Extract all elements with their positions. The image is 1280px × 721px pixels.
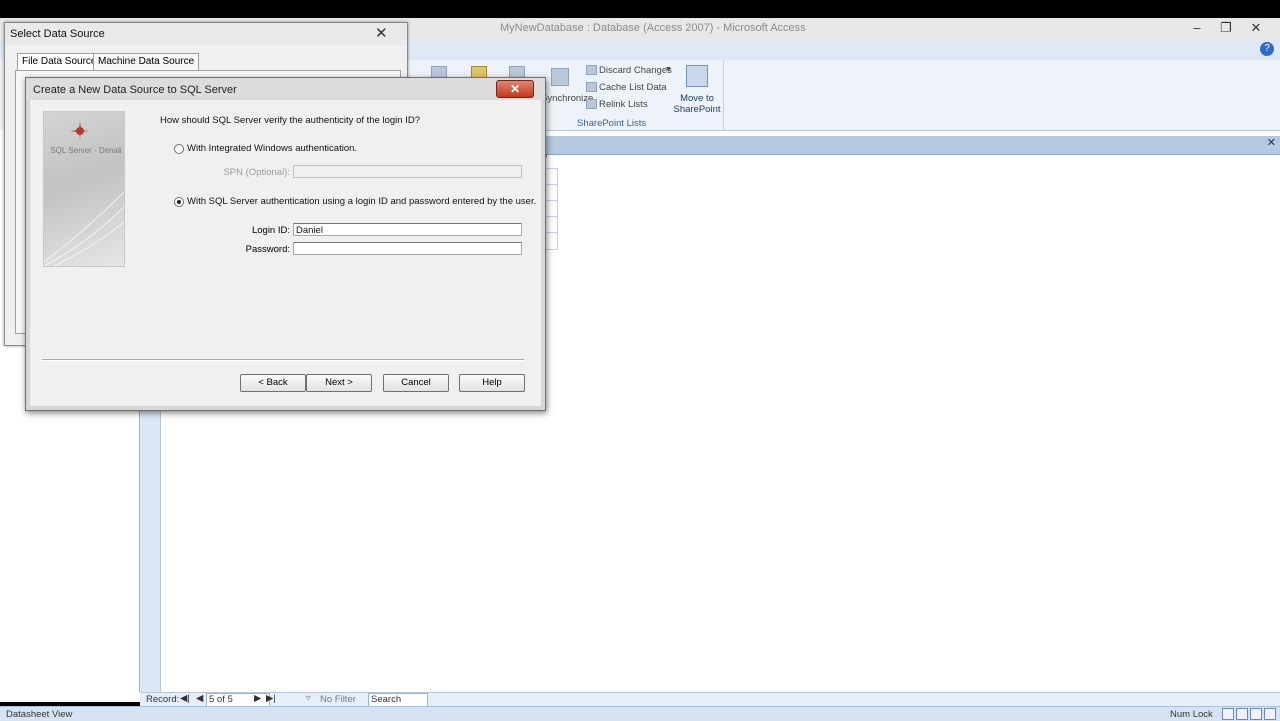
move-to-sharepoint-button[interactable]: Move to SharePoint: [670, 93, 724, 115]
record-label: Record:: [146, 694, 180, 705]
back-button[interactable]: < Back: [240, 374, 306, 392]
view-status: Datasheet View: [6, 709, 73, 720]
design-view-icon[interactable]: [1264, 708, 1276, 720]
filter-status[interactable]: No Filter: [320, 694, 356, 705]
move-to-sharepoint-icon[interactable]: [686, 65, 708, 87]
datasheet-view-icon[interactable]: [1222, 708, 1234, 720]
discard-icon: [586, 65, 597, 75]
group-label: SharePoint Lists: [577, 118, 647, 129]
pivotchart-view-icon[interactable]: [1250, 708, 1262, 720]
minimize-icon[interactable]: –: [1186, 20, 1208, 36]
spn-input[interactable]: [293, 165, 522, 178]
relink-lists-button[interactable]: Relink Lists: [599, 99, 648, 110]
dialog-titlebar[interactable]: Create a New Data Source to SQL Server ✕: [26, 78, 545, 100]
last-record-icon[interactable]: ▶|: [266, 693, 276, 704]
status-bar: Datasheet View Num Lock: [0, 706, 1280, 721]
close-icon[interactable]: ✕: [375, 24, 388, 42]
first-record-icon[interactable]: ◀|: [180, 693, 190, 704]
relink-icon: [586, 99, 597, 109]
windows-auth-label[interactable]: With Integrated Windows authentication.: [187, 143, 357, 154]
previous-record-icon[interactable]: ◀: [196, 693, 203, 704]
pivottable-view-icon[interactable]: [1236, 708, 1248, 720]
sql-auth-radio[interactable]: [174, 197, 184, 207]
close-icon[interactable]: ✕: [1245, 20, 1267, 36]
sql-server-logo-icon: [70, 121, 90, 141]
password-input[interactable]: [293, 242, 522, 255]
cache-list-data-button[interactable]: Cache List Data: [599, 82, 667, 93]
tab-machine-data-source[interactable]: Machine Data Source: [93, 53, 200, 70]
window-title: MyNewDatabase : Database (Access 2007) -…: [500, 22, 806, 34]
authentication-question: How should SQL Server verify the authent…: [160, 115, 420, 126]
sql-server-graphic: SQL Server · Denali: [43, 111, 125, 267]
create-data-source-dialog: Create a New Data Source to SQL Server ✕…: [25, 77, 546, 411]
dialog-titlebar: Select Data Source ✕: [5, 23, 407, 45]
login-id-input[interactable]: Daniel: [293, 223, 522, 236]
close-document-icon[interactable]: ✕: [1267, 136, 1276, 149]
synchronize-icon[interactable]: [551, 68, 569, 86]
numlock-indicator: Num Lock: [1170, 709, 1213, 720]
divider: [42, 359, 524, 361]
discard-changes-button[interactable]: Discard Changes: [599, 65, 672, 76]
sql-server-logo-text: SQL Server · Denali: [50, 146, 122, 155]
windows-auth-radio[interactable]: [174, 144, 184, 154]
cancel-button[interactable]: Cancel: [383, 374, 449, 392]
chevron-down-icon[interactable]: ▾: [666, 64, 671, 75]
password-label: Password:: [245, 244, 290, 255]
cache-icon: [586, 82, 597, 92]
tab-file-data-source[interactable]: File Data Source: [17, 53, 102, 70]
dialog-body: SQL Server · Denali How should SQL Serve…: [31, 101, 540, 405]
filter-icon: ▿: [306, 693, 311, 704]
login-id-label: Login ID:: [251, 225, 290, 236]
help-button[interactable]: Help: [459, 374, 525, 392]
dialog-title: Select Data Source: [10, 28, 105, 40]
dialog-title: Create a New Data Source to SQL Server: [33, 84, 237, 96]
sql-auth-label[interactable]: With SQL Server authentication using a l…: [187, 196, 536, 207]
next-record-icon[interactable]: ▶: [254, 693, 261, 704]
spn-label: SPN (Optional):: [223, 167, 290, 178]
close-icon[interactable]: ✕: [496, 80, 534, 98]
next-button[interactable]: Next >: [306, 374, 372, 392]
help-icon[interactable]: ?: [1260, 42, 1274, 56]
decorative-curves: [44, 191, 124, 266]
restore-icon[interactable]: ❐: [1215, 20, 1237, 36]
record-navigation: Record: ◀| ◀ 5 of 5 ▶ ▶| ▿ No Filter Sea…: [140, 692, 1280, 707]
search-input[interactable]: Search: [368, 693, 428, 707]
